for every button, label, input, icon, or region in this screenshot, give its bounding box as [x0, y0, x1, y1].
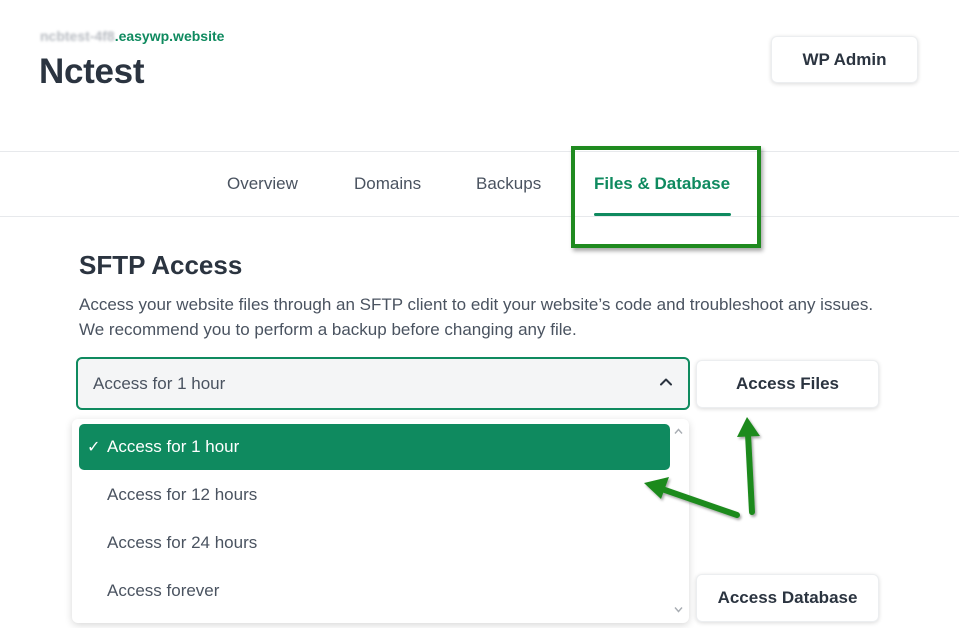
access-files-button[interactable]: Access Files	[696, 360, 879, 408]
scroll-down-icon[interactable]	[674, 605, 683, 614]
dropdown-scrollbar[interactable]	[672, 423, 685, 619]
access-duration-dropdown: ✓ Access for 1 hour Access for 12 hours …	[72, 419, 689, 623]
access-database-button[interactable]: Access Database	[696, 574, 879, 622]
option-access-1-hour[interactable]: ✓ Access for 1 hour	[79, 424, 670, 470]
access-duration-select[interactable]: Access for 1 hour	[76, 357, 690, 410]
site-url: ncbtest-4f8.easywp.website	[40, 28, 224, 44]
tab-backups[interactable]: Backups	[476, 174, 541, 194]
option-access-forever[interactable]: Access forever	[79, 568, 670, 614]
wp-admin-button[interactable]: WP Admin	[771, 36, 918, 83]
select-value: Access for 1 hour	[93, 373, 226, 393]
option-access-12-hours[interactable]: Access for 12 hours	[79, 472, 670, 518]
section-description: Access your website files through an SFT…	[79, 295, 874, 339]
page-title: Nctest	[39, 52, 145, 91]
annotation-highlight-box	[571, 146, 761, 248]
tab-domains[interactable]: Domains	[354, 174, 421, 194]
scroll-up-icon[interactable]	[674, 427, 683, 436]
chevron-up-icon	[660, 378, 672, 386]
tab-overview[interactable]: Overview	[227, 174, 298, 194]
check-icon: ✓	[87, 439, 101, 456]
site-url-suffix: .easywp.website	[114, 28, 225, 44]
annotation-arrow-to-files	[745, 431, 755, 515]
site-url-prefix: ncbtest-4f8	[40, 28, 115, 44]
section-title: SFTP Access	[79, 250, 243, 280]
annotation-arrowhead-files	[737, 417, 760, 437]
option-access-24-hours[interactable]: Access for 24 hours	[79, 520, 670, 566]
nav-divider-bottom	[0, 216, 959, 217]
tab-files-database[interactable]: Files & Database	[594, 174, 730, 194]
nav-divider-top	[0, 151, 959, 152]
